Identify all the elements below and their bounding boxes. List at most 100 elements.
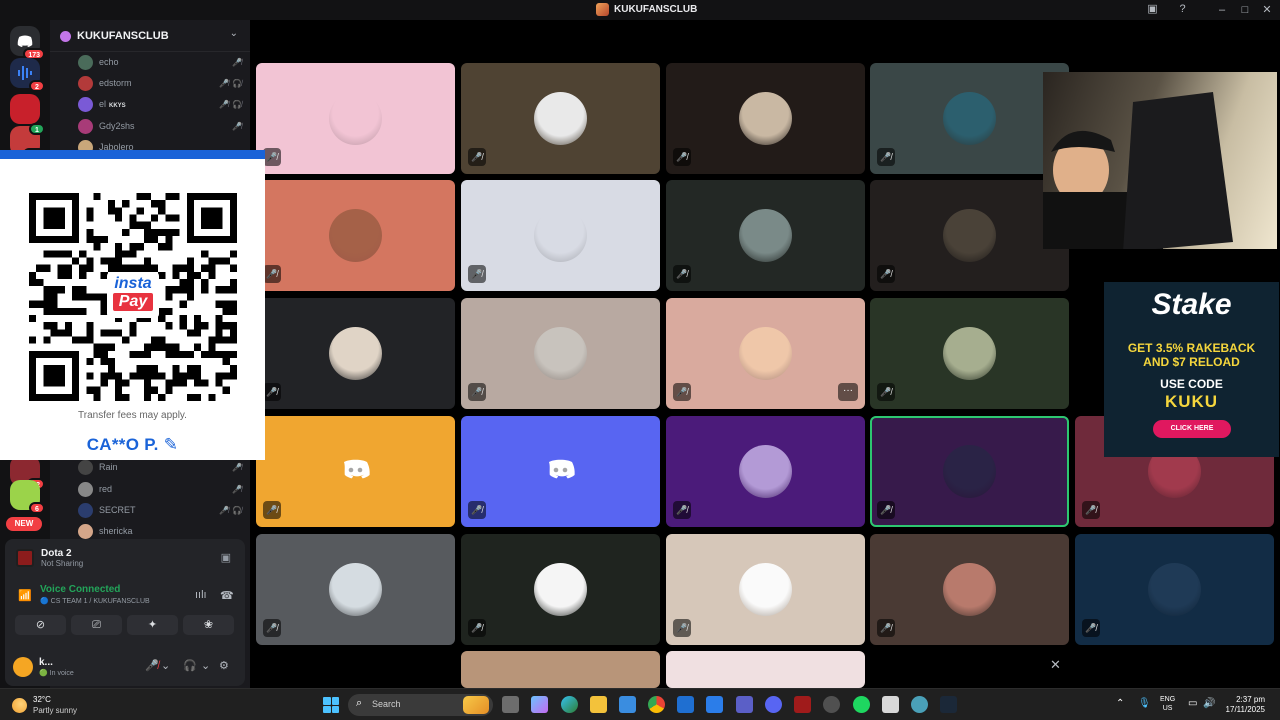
server-logo-icon — [596, 3, 609, 16]
language-indicator[interactable]: ENG US — [1160, 695, 1175, 713]
voice-user-name-text: el — [99, 99, 107, 109]
inbox-icon[interactable]: ▣ — [1146, 3, 1159, 16]
search-placeholder: Search — [372, 699, 401, 709]
monitor-tray-icon[interactable]: ▭ — [1188, 698, 1197, 709]
chevron-down-icon[interactable]: ⌄ — [201, 659, 210, 672]
chevron-down-icon[interactable]: ⌄ — [161, 659, 170, 672]
participant-tile[interactable]: 🎤̸ — [870, 298, 1069, 409]
voice-channel[interactable]: 🔵 CS TEAM 1 / KUKUFANSCLUB — [40, 597, 150, 605]
direct-messages-button[interactable]: 173 — [10, 26, 45, 60]
voice-user[interactable]: shericka — [78, 521, 242, 541]
more-options-button[interactable]: ··· — [838, 383, 858, 401]
muted-icon: 🎤̸ — [219, 505, 230, 515]
participant-tile[interactable]: 🎤̸ — [461, 63, 660, 174]
voice-user[interactable]: echo 🎤̸ — [78, 52, 242, 72]
participant-tile[interactable]: 🎤̸ — [870, 180, 1069, 291]
participant-tile[interactable]: 🎤̸ — [256, 180, 455, 291]
notepad-icon[interactable] — [882, 696, 899, 713]
voice-user[interactable]: el KKYS 🎤̸ 🎧̸ — [78, 94, 242, 114]
participant-tile[interactable]: 🎤̸ — [666, 180, 865, 291]
participant-tile[interactable]: 🎤̸ — [461, 534, 660, 645]
participant-tile[interactable]: 🎤̸ — [870, 63, 1069, 174]
region-code: US — [1162, 705, 1173, 712]
webcam-person — [1043, 92, 1233, 249]
participant-avatar — [739, 209, 792, 262]
network-app-icon[interactable] — [911, 696, 928, 713]
avatar — [78, 502, 93, 518]
new-unreads-pill[interactable]: NEW — [6, 517, 42, 531]
participant-avatar — [534, 327, 587, 380]
server-header[interactable]: KUKUFANSCLUB ⌄ — [50, 20, 250, 52]
voice-user[interactable]: Gdy2shs 🎤̸ — [78, 116, 242, 136]
headphones-icon[interactable]: 🎧 — [183, 659, 197, 672]
teams-icon[interactable] — [736, 696, 753, 713]
voice-user[interactable]: SECRET 🎤̸ 🎧̸ — [78, 500, 242, 520]
settings-app-icon[interactable] — [823, 696, 840, 713]
chevron-up-icon[interactable]: ⌃ — [1116, 698, 1124, 709]
screen-share-button[interactable]: ⎚ — [71, 615, 122, 635]
participant-tile[interactable]: 🎤̸ — [666, 63, 865, 174]
file-explorer-icon[interactable] — [590, 696, 607, 713]
participant-tile[interactable]: 🎤̸ — [666, 534, 865, 645]
start-button[interactable] — [323, 697, 339, 713]
participant-avatar — [329, 327, 382, 380]
discord-icon[interactable] — [765, 696, 782, 713]
store-icon[interactable] — [619, 696, 636, 713]
muted-icon: 🎤̸ — [877, 265, 895, 283]
voice-user[interactable]: red 🎤̸ — [78, 479, 242, 499]
mail-icon[interactable] — [677, 696, 694, 713]
participant-tile[interactable] — [666, 651, 865, 688]
participant-tile[interactable]: 🎤̸ ··· — [666, 298, 865, 409]
soundboard-button[interactable]: ❀ — [183, 615, 234, 635]
mic-muted-icon[interactable]: 🎤̸ — [145, 659, 159, 672]
microphone-icon[interactable]: 🎙 — [1138, 698, 1151, 709]
signal-icon[interactable]: 📶 — [18, 589, 32, 602]
server-icon-red[interactable] — [10, 94, 40, 124]
voice-user[interactable]: edstorm 🎤̸ 🎧̸ — [78, 73, 242, 93]
dota-taskbar-icon[interactable] — [794, 696, 811, 713]
taskbar-search[interactable]: ⌕ Search — [348, 694, 493, 716]
discord-logo-icon — [549, 459, 575, 479]
muted-icon: 🎤̸ — [877, 619, 895, 637]
edge-icon[interactable] — [561, 696, 578, 713]
participant-tile[interactable]: 🎤̸ — [461, 180, 660, 291]
clock[interactable]: 2:37 pm 17/11/2025 — [1225, 695, 1265, 715]
gear-icon[interactable]: ⚙ — [219, 659, 229, 672]
participant-tile[interactable]: 🎤̸ — [666, 416, 865, 527]
disconnect-icon[interactable]: ☎ — [220, 589, 234, 602]
participant-tile[interactable] — [461, 651, 660, 688]
help-icon[interactable]: ? — [1176, 3, 1189, 16]
task-view-icon[interactable] — [502, 696, 519, 713]
server-icon-green[interactable]: 6 — [10, 480, 45, 514]
participant-tile[interactable]: 🎤̸ — [1075, 534, 1274, 645]
participant-tile[interactable]: 🎤̸ — [256, 416, 455, 527]
participant-tile[interactable]: 🎤̸ — [256, 534, 455, 645]
copilot-icon[interactable] — [531, 696, 548, 713]
participant-tile[interactable]: 🎤̸ — [256, 298, 455, 409]
spotify-icon[interactable] — [853, 696, 870, 713]
participant-tile[interactable]: 🎤̸ — [256, 63, 455, 174]
muted-icon: 🎤̸ — [232, 57, 242, 67]
avatar[interactable] — [13, 657, 33, 677]
muted-icon: 🎤̸ — [219, 78, 230, 88]
steam-icon[interactable] — [940, 696, 957, 713]
participant-tile[interactable]: 🎤̸ — [870, 534, 1069, 645]
window-title-text: KUKUFANSCLUB — [614, 4, 698, 15]
ad-cta-button[interactable]: CLICK HERE — [1153, 420, 1231, 438]
stake-ad[interactable]: Stake GET 3.5% RAKEBACK AND $7 RELOAD US… — [1104, 282, 1279, 457]
share-screen-icon[interactable]: ▣ — [221, 551, 231, 564]
camera-button[interactable]: ⊘ — [15, 615, 66, 635]
participant-tile[interactable]: 🎤̸ — [870, 416, 1069, 527]
participant-tile[interactable]: 🎤̸ — [461, 416, 660, 527]
participant-tile[interactable]: 🎤̸ — [461, 298, 660, 409]
voice-status[interactable]: Voice Connected — [40, 584, 120, 595]
voice-user[interactable]: Rain 🎤̸ — [78, 457, 242, 477]
volume-icon[interactable]: 🔊 — [1203, 698, 1215, 709]
activities-button[interactable]: ✦ — [127, 615, 178, 635]
close-icon[interactable]: ✕ — [1050, 657, 1061, 673]
chrome-icon[interactable] — [648, 696, 665, 713]
noise-suppression-icon[interactable]: ıılı — [195, 589, 207, 601]
server-icon-audio[interactable]: 2 — [10, 58, 45, 92]
close-window-button[interactable]: ✕ — [1252, 1, 1280, 19]
monitor-icon[interactable] — [706, 696, 723, 713]
